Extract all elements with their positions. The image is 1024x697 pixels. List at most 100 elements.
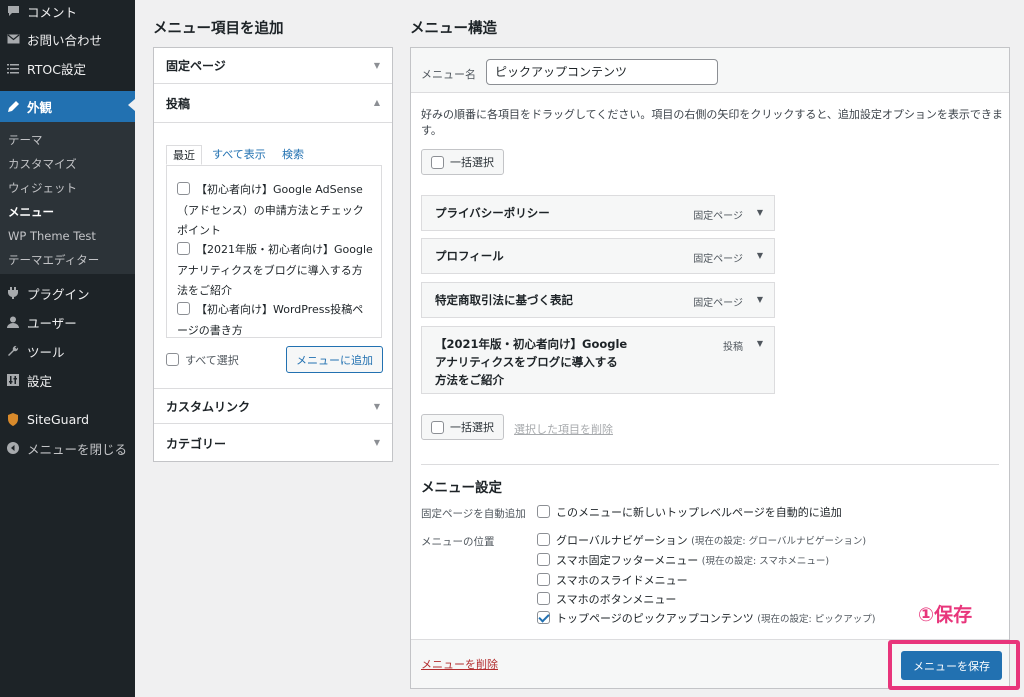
location-option[interactable]: スマホのスライドメニュー	[537, 572, 688, 588]
mail-icon	[6, 32, 20, 46]
menu-item-type: 固定ページ	[693, 298, 743, 309]
auto-add-label: 固定ページを自動追加	[421, 508, 526, 520]
sidebar-item-settings[interactable]: 設定	[0, 366, 135, 394]
menu-item[interactable]: 【2021年版・初心者向け】Google アナリティクスをブログに導入する 方法…	[421, 326, 775, 394]
chevron-down-icon[interactable]: ▼	[757, 251, 763, 260]
sidebar-item-users[interactable]: ユーザー	[0, 308, 135, 336]
checkbox[interactable]	[177, 182, 190, 195]
location-option[interactable]: トップページのピックアップコンテンツ (現在の設定: ピックアップ)	[537, 610, 875, 626]
user-icon	[6, 315, 20, 329]
checkbox[interactable]	[431, 420, 444, 434]
submenu-item-widgets[interactable]: ウィジェット	[8, 180, 77, 196]
checkbox[interactable]	[431, 155, 444, 169]
add-menu-items-panel: 固定ページ ▼ 投稿 ▲ 最近 すべて表示 検索 【初心者向け】Google A…	[153, 47, 393, 462]
bulk-select-button[interactable]: 一括選択	[421, 149, 504, 175]
sidebar-item-plugins[interactable]: プラグイン	[0, 279, 135, 307]
chevron-down-icon[interactable]: ▼	[757, 339, 763, 348]
comment-icon	[6, 4, 20, 18]
menu-item[interactable]: プロフィール 固定ページ ▼	[421, 238, 775, 274]
save-menu-button[interactable]: メニューを保存	[901, 651, 1002, 680]
menu-item-type: 投稿	[723, 342, 743, 353]
menu-name-input[interactable]: ピックアップコンテンツ	[486, 59, 718, 85]
auto-add-option[interactable]: このメニューに新しいトップレベルページを自動的に追加	[537, 504, 842, 520]
chevron-down-icon: ▼	[373, 438, 380, 447]
submenu-item-theme-editor[interactable]: テーマエディター	[8, 252, 99, 268]
appearance-submenu: テーマ カスタマイズ ウィジェット メニュー WP Theme Test テーマ…	[0, 122, 135, 274]
menu-locations-label: メニューの位置	[421, 536, 495, 548]
wrench-icon	[6, 344, 20, 358]
checkbox[interactable]	[537, 553, 550, 566]
checkbox[interactable]	[537, 592, 550, 605]
chevron-down-icon[interactable]: ▼	[757, 295, 763, 304]
menu-name-bar: メニュー名 ピックアップコンテンツ	[411, 48, 1009, 93]
checkbox-checked[interactable]	[537, 611, 550, 624]
sidebar-item-comments[interactable]: コメント	[0, 0, 135, 25]
checkbox[interactable]	[537, 505, 550, 518]
menu-structure-heading: メニュー構造	[410, 21, 497, 37]
tab-view-all[interactable]: すべて表示	[212, 145, 266, 165]
list-item[interactable]: 【初心者向け】WordPress投稿ペ	[177, 301, 363, 317]
sidebar-item-appearance[interactable]: 外観	[0, 91, 135, 122]
add-to-menu-button[interactable]: メニューに追加	[286, 346, 383, 373]
list-item-text: アナリティクスをブログに導入する方	[177, 264, 363, 277]
submenu-item-wp-theme-test[interactable]: WP Theme Test	[8, 229, 96, 243]
sidebar-item-siteguard[interactable]: SiteGuard	[0, 405, 135, 433]
menu-item-title: アナリティクスをブログに導入する	[435, 355, 618, 369]
location-option[interactable]: スマホ固定フッターメニュー (現在の設定: スマホメニュー)	[537, 552, 829, 568]
tab-search[interactable]: 検索	[282, 145, 304, 165]
section-custom-links[interactable]: カスタムリンク ▼	[154, 388, 392, 424]
sidebar-item-contact[interactable]: お問い合わせ	[0, 25, 135, 53]
divider	[154, 122, 392, 123]
annotation-callout: ①保存	[918, 604, 973, 626]
menu-item-type: 固定ページ	[693, 211, 743, 222]
menu-item-title: 【2021年版・初心者向け】Google	[435, 337, 628, 351]
appearance-icon	[6, 100, 20, 114]
list-item-text: ポイント	[177, 224, 221, 237]
list-item-text: 法をご紹介	[177, 284, 232, 297]
select-all-checkbox[interactable]: すべて選択	[166, 352, 239, 368]
submenu-item-themes[interactable]: テーマ	[8, 132, 43, 148]
add-menu-items-heading: メニュー項目を追加	[153, 21, 284, 37]
menu-item[interactable]: 特定商取引法に基づく表記 固定ページ ▼	[421, 282, 775, 318]
delete-selected-link[interactable]: 選択した項目を削除	[514, 421, 613, 437]
checkbox[interactable]	[537, 533, 550, 546]
drag-instructions: 好みの順番に各項目をドラッグしてください。項目の右側の矢印をクリックすると、追加…	[421, 108, 1003, 137]
chevron-down-icon: ▼	[373, 402, 380, 411]
checkbox[interactable]	[166, 353, 179, 366]
menu-item-title: プライバシーポリシー	[435, 206, 550, 220]
list-item[interactable]: 【2021年版・初心者向け】Google	[177, 241, 373, 257]
checkbox[interactable]	[177, 242, 190, 255]
section-pages[interactable]: 固定ページ ▼	[154, 48, 392, 84]
checkbox[interactable]	[177, 302, 190, 315]
location-option[interactable]: グローバルナビゲーション (現在の設定: グローバルナビゲーション)	[537, 532, 866, 548]
section-categories[interactable]: カテゴリー ▼	[154, 425, 392, 461]
list-item-text: ージの書き方	[177, 324, 243, 337]
menu-item-title: 方法をご紹介	[435, 373, 504, 387]
submenu-item-customize[interactable]: カスタマイズ	[8, 156, 77, 172]
settings-icon	[6, 373, 20, 387]
location-option[interactable]: スマホのボタンメニュー	[537, 591, 676, 607]
section-posts[interactable]: 投稿 ▲	[154, 85, 392, 121]
siteguard-icon	[6, 412, 20, 426]
sidebar-collapse[interactable]: メニューを閉じる	[0, 434, 135, 462]
list-item-text: （アドセンス）の申請方法とチェック	[177, 204, 364, 217]
sidebar-item-tools[interactable]: ツール	[0, 337, 135, 365]
collapse-icon	[6, 441, 20, 455]
plugin-icon	[6, 286, 20, 300]
menu-item-title: 特定商取引法に基づく表記	[435, 293, 573, 307]
chevron-down-icon: ▼	[373, 61, 380, 70]
list-item[interactable]: 【初心者向け】Google AdSense	[177, 181, 363, 197]
chevron-down-icon[interactable]: ▼	[757, 208, 763, 217]
delete-menu-link[interactable]: メニューを削除	[421, 656, 498, 672]
menu-name-label: メニュー名	[421, 68, 476, 81]
menu-item-title: プロフィール	[435, 249, 504, 263]
sidebar-item-rtoc[interactable]: RTOC設定	[0, 54, 135, 82]
list-icon	[6, 61, 20, 75]
tab-recent[interactable]: 最近	[166, 145, 202, 165]
menu-item[interactable]: プライバシーポリシー 固定ページ ▼	[421, 195, 775, 231]
chevron-up-icon: ▲	[373, 98, 380, 107]
menu-settings-heading: メニュー設定	[421, 480, 502, 496]
checkbox[interactable]	[537, 573, 550, 586]
bulk-select-button[interactable]: 一括選択	[421, 414, 504, 440]
submenu-item-menus[interactable]: メニュー	[8, 204, 54, 220]
